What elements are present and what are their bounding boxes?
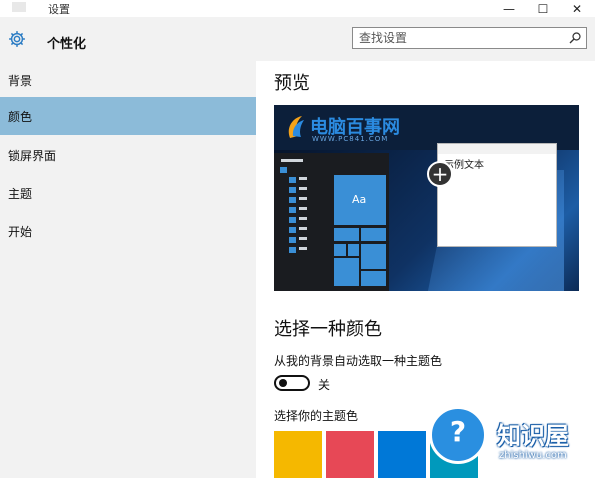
watermark-brand: 知识屋 bbox=[497, 422, 569, 450]
sidebar-item-background[interactable]: 背景 bbox=[0, 61, 256, 99]
sidebar-item-label: 开始 bbox=[8, 225, 33, 239]
color-swatch-red[interactable] bbox=[326, 431, 374, 478]
preview-window: 示例文本 bbox=[437, 143, 557, 247]
search-input[interactable] bbox=[359, 29, 559, 47]
window-titlebar: 设置 — ☐ ✕ bbox=[0, 0, 595, 17]
auto-pick-label: 从我的背景自动选取一种主题色 bbox=[274, 354, 443, 368]
sidebar-item-label: 锁屏界面 bbox=[8, 149, 57, 163]
sidebar-item-label: 背景 bbox=[8, 74, 33, 88]
question-badge-icon: ? bbox=[429, 406, 487, 464]
window-title: 设置 bbox=[48, 3, 70, 16]
site-watermark: ? 知识屋 zhishiwu.com bbox=[423, 406, 595, 478]
search-box[interactable] bbox=[352, 27, 587, 49]
preview-tile-text: Aa bbox=[352, 193, 367, 206]
gear-icon[interactable] bbox=[7, 29, 27, 49]
accent-color-label: 选择你的主题色 bbox=[274, 409, 359, 423]
sidebar-item-label: 颜色 bbox=[8, 110, 33, 124]
theme-preview: Aa 示例文本 + 电脑百事网 WWW.PC841.COM bbox=[274, 105, 579, 291]
search-icon[interactable] bbox=[569, 32, 581, 44]
watermark-brand-url: zhishiwu.com bbox=[499, 450, 567, 461]
sidebar-item-lock-screen[interactable]: 锁屏界面 bbox=[0, 136, 256, 174]
minimize-button[interactable]: — bbox=[492, 0, 526, 17]
watermark-url: WWW.PC841.COM bbox=[312, 135, 389, 143]
sidebar-item-start[interactable]: 开始 bbox=[0, 212, 256, 250]
plus-icon: + bbox=[427, 161, 453, 187]
sidebar-item-label: 主题 bbox=[8, 187, 33, 201]
toggle-knob bbox=[279, 379, 287, 387]
page-title: 个性化 bbox=[47, 37, 87, 52]
close-button[interactable]: ✕ bbox=[560, 0, 594, 17]
settings-header: 个性化 bbox=[0, 17, 595, 61]
color-swatch-blue[interactable] bbox=[378, 431, 426, 478]
sidebar: 背景 颜色 锁屏界面 主题 开始 bbox=[0, 61, 256, 478]
toggle-state-label: 关 bbox=[318, 378, 331, 392]
maximize-button[interactable]: ☐ bbox=[526, 0, 560, 17]
logo-mark-icon bbox=[288, 116, 304, 138]
watermark-logo: 电脑百事网 WWW.PC841.COM bbox=[280, 110, 430, 146]
preview-heading: 预览 bbox=[274, 73, 310, 94]
choose-color-heading: 选择一种颜色 bbox=[274, 319, 382, 340]
app-icon bbox=[12, 2, 26, 12]
sidebar-item-themes[interactable]: 主题 bbox=[0, 174, 256, 212]
sidebar-item-colors[interactable]: 颜色 bbox=[0, 97, 256, 135]
auto-pick-toggle[interactable] bbox=[274, 375, 310, 391]
color-swatch-yellow[interactable] bbox=[274, 431, 322, 478]
